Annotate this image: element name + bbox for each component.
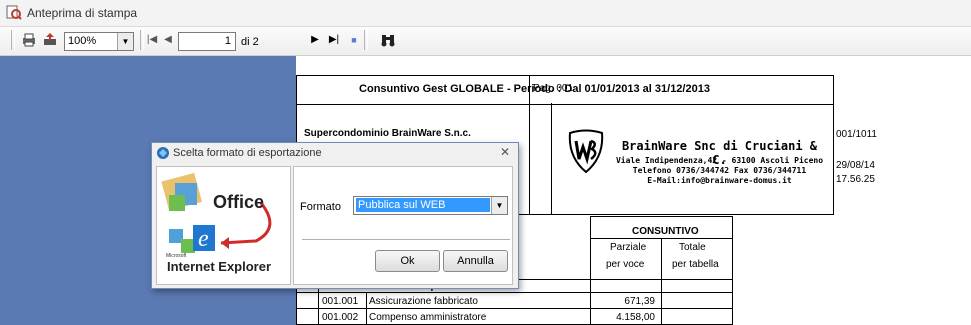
format-select[interactable]: Pubblica sul WEB ▼ [353,196,508,215]
window-titlebar: Anteprima di stampa [0,0,971,27]
chevron-down-icon[interactable]: ▼ [491,197,507,214]
toolbar-separator [364,30,368,50]
row-code: 001.002 [322,312,359,323]
format-label: Formato [300,201,341,213]
page-current: 1 [224,35,231,47]
row-code: 001.001 [322,296,359,307]
report-date: 29/08/14 [836,160,875,171]
col-parziale-sub: per voce [606,259,645,270]
first-page-icon[interactable]: |◀ [144,32,160,48]
export-icon[interactable] [42,32,58,48]
printer-icon[interactable] [21,32,37,48]
format-selected-value: Pubblica sul WEB [356,198,490,212]
zoom-value: 100% [68,35,97,47]
stop-icon[interactable]: ■ [346,32,362,48]
report-page-number: Pag. 001 [533,83,574,94]
row-desc: Assicurazione fabbricato [369,296,478,307]
cancel-button[interactable]: Annulla [443,250,508,272]
prev-page-icon[interactable]: ◀ [160,32,176,48]
brainware-logo [568,129,604,174]
dialog-titlebar[interactable]: Scelta formato di esportazione ✕ [152,143,518,163]
page-count: di 2 [241,36,259,48]
info-divider [551,103,552,214]
dialog-separator [302,239,510,240]
binoculars-icon[interactable] [380,32,396,48]
dialog-app-icon [157,147,169,159]
chevron-down-icon[interactable]: ▼ [117,33,133,50]
svg-text:e: e [198,226,209,252]
col-parziale: Parziale [610,242,647,253]
next-page-icon[interactable]: ▶ [307,32,323,48]
close-icon[interactable]: ✕ [500,145,510,159]
ie-label: Internet Explorer [167,259,272,274]
zoom-select[interactable]: 100% ▼ [64,32,134,51]
brand-address: Viale Indipendenza,42 - 63100 Ascoli Pic… [615,156,824,165]
toolbar-separator [11,30,15,50]
window-title: Anteprima di stampa [27,6,138,20]
row-value: 4.158,00 [616,312,655,323]
export-format-dialog[interactable]: Scelta formato di esportazione ✕ e Offic… [151,142,519,289]
print-preview-icon [6,5,22,20]
row-desc: Compenso amministratore [369,312,487,323]
preview-toolbar: 100% ▼ |◀ ◀ 1 di 2 ▶ ▶| ■ [0,27,971,56]
col-totale-sub: per tabella [672,259,719,270]
format-image-panel: e Office Microsoft Internet Explorer [156,166,291,285]
page-number-input[interactable]: 1 [178,32,236,51]
office-label: Office [213,192,265,212]
report-company: Supercondominio BrainWare S.n.c. [304,128,471,139]
report-ref: 001/1011 [836,129,877,140]
ok-button[interactable]: Ok [375,250,440,272]
report-time: 17.56.25 [836,174,875,185]
brand-phone: Telefono 0736/344742 Fax 0736/344711 [632,166,807,175]
row-value: 671,39 [624,296,655,307]
brand-email: E-Mail:info@brainware-domus.it [647,176,792,185]
col-totale: Totale [679,242,706,253]
consuntivo-header: CONSUNTIVO [632,226,699,237]
last-page-icon[interactable]: ▶| [326,32,342,48]
dialog-title: Scelta formato di esportazione [173,147,322,159]
